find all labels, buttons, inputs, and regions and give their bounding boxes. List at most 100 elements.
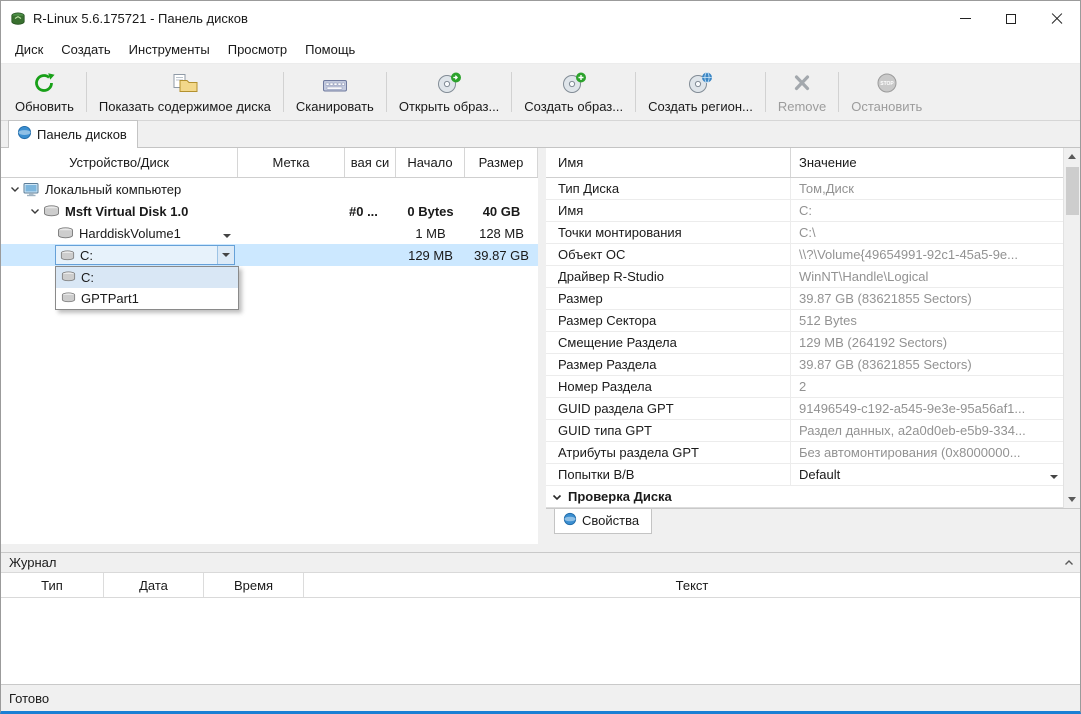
disk-icon xyxy=(61,291,76,306)
disk-icon xyxy=(57,227,74,239)
log-collapse-icon[interactable] xyxy=(1064,559,1074,566)
combo-arrow-icon[interactable] xyxy=(1050,467,1058,482)
tree-row-msft-virtual-disk[interactable]: Msft Virtual Disk 1.0 #0 ... 0 Bytes 40 … xyxy=(1,200,538,222)
disk-icon xyxy=(43,205,60,217)
combo-value: C: xyxy=(80,247,93,263)
horizontal-splitter[interactable] xyxy=(1,544,1080,552)
dropdown-item-c[interactable]: C: xyxy=(56,267,238,288)
app-window: R-Linux 5.6.175721 - Панель дисков Диск … xyxy=(0,0,1081,714)
property-row: Номер Раздела 2 xyxy=(546,376,1063,398)
minimize-button[interactable] xyxy=(942,1,988,36)
menu-create[interactable]: Создать xyxy=(52,38,119,61)
properties-tab-icon xyxy=(563,512,577,529)
log-column-type[interactable]: Тип xyxy=(1,573,104,597)
tree-cell-fs: #0 ... xyxy=(349,203,378,219)
dropdown-item-gptpart1[interactable]: GPTPart1 xyxy=(56,288,238,309)
menu-tools[interactable]: Инструменты xyxy=(120,38,219,61)
stop-button: STOP Остановить xyxy=(841,66,932,118)
property-row: Атрибуты раздела GPT Без автомонтирования… xyxy=(546,442,1063,464)
combo-arrow-icon[interactable] xyxy=(217,246,234,264)
remove-icon xyxy=(790,71,814,95)
tab-properties[interactable]: Свойства xyxy=(554,509,653,534)
scan-icon xyxy=(322,71,348,95)
tree-row-c-drive[interactable]: C: 129 MB 39.87 GB xyxy=(1,244,538,266)
log-title: Журнал xyxy=(9,555,57,570)
create-region-button[interactable]: Создать регион... xyxy=(638,66,763,118)
menu-disk[interactable]: Диск xyxy=(6,38,52,61)
chevron-expanded-icon[interactable] xyxy=(7,186,23,193)
scrollbar-down-icon[interactable] xyxy=(1064,491,1081,508)
menu-view[interactable]: Просмотр xyxy=(219,38,296,61)
column-label[interactable]: Метка xyxy=(238,148,345,177)
scrollbar-thumb[interactable] xyxy=(1065,167,1079,215)
open-image-button[interactable]: Открыть образ... xyxy=(389,66,509,118)
column-name[interactable]: Имя xyxy=(546,148,791,177)
remove-button: Remove xyxy=(768,66,836,118)
combo-arrow-icon[interactable] xyxy=(223,226,231,241)
property-row: Смещение Раздела 129 MB (264192 Sectors) xyxy=(546,332,1063,354)
property-row: GUID раздела GPT 91496549-c192-a545-9e3e-… xyxy=(546,398,1063,420)
create-image-label: Создать образ... xyxy=(524,99,624,114)
open-image-icon xyxy=(436,71,462,95)
show-disk-content-icon xyxy=(172,71,198,95)
chevron-down-icon xyxy=(552,489,562,504)
property-row: Имя C: xyxy=(546,200,1063,222)
tree-item-label: Msft Virtual Disk 1.0 xyxy=(65,203,189,219)
dropdown-item-label: C: xyxy=(81,270,94,285)
dropdown-item-label: GPTPart1 xyxy=(81,291,139,306)
stop-icon: STOP xyxy=(875,71,899,95)
open-image-label: Открыть образ... xyxy=(398,99,500,114)
refresh-button[interactable]: Обновить xyxy=(5,66,84,118)
computer-icon xyxy=(23,182,40,197)
properties-scrollbar[interactable] xyxy=(1063,148,1080,508)
chevron-expanded-icon[interactable] xyxy=(27,208,43,215)
log-column-time[interactable]: Время xyxy=(204,573,304,597)
toolbar-separator xyxy=(385,72,387,112)
create-image-button[interactable]: Создать образ... xyxy=(514,66,633,118)
tree-item-label: HarddiskVolume1 xyxy=(79,225,181,241)
minimize-icon xyxy=(959,18,971,19)
disk-icon xyxy=(61,270,76,285)
log-column-text[interactable]: Текст xyxy=(304,573,1080,597)
tree-row-local-computer[interactable]: Локальный компьютер xyxy=(1,178,538,200)
refresh-icon xyxy=(32,71,56,95)
properties-panel: Имя Значение Тип Диска Том,Диск Имя C: Точ… xyxy=(546,148,1080,544)
toolbar-separator xyxy=(85,72,87,112)
property-section-disk-check[interactable]: Проверка Диска xyxy=(546,486,1063,508)
tree-header: Устройство/Диск Метка вая си Начало Разм… xyxy=(1,148,538,178)
tab-disk-panel[interactable]: Панель дисков xyxy=(8,120,138,148)
tab-label: Панель дисков xyxy=(37,126,127,142)
tree-cell-size: 39.87 GB xyxy=(474,247,529,263)
app-icon xyxy=(10,11,26,27)
maximize-button[interactable] xyxy=(988,1,1034,36)
disk-icon xyxy=(60,250,75,261)
log-column-date[interactable]: Дата xyxy=(104,573,204,597)
close-button[interactable] xyxy=(1034,1,1080,36)
create-region-label: Создать регион... xyxy=(648,99,753,114)
property-row: Тип Диска Том,Диск xyxy=(546,178,1063,200)
tree-cell-start: 1 MB xyxy=(415,225,446,241)
scan-label: Сканировать xyxy=(295,99,374,114)
column-start[interactable]: Начало xyxy=(396,148,465,177)
scan-button[interactable]: Сканировать xyxy=(286,66,384,118)
window-title: R-Linux 5.6.175721 - Панель дисков xyxy=(33,11,248,26)
toolbar-separator xyxy=(838,72,840,112)
show-disk-content-button[interactable]: Показать содержимое диска xyxy=(89,66,281,118)
property-row: Размер 39.87 GB (83621855 Sectors) xyxy=(546,288,1063,310)
property-row: Драйвер R-Studio WinNT\Handle\Logical xyxy=(546,266,1063,288)
column-device-disk[interactable]: Устройство/Диск xyxy=(1,148,238,177)
partition-combobox[interactable]: C: xyxy=(55,245,235,265)
log-header: Тип Дата Время Текст xyxy=(1,573,1080,598)
log-body xyxy=(1,598,1080,684)
stop-label: Остановить xyxy=(851,99,923,114)
vertical-splitter[interactable] xyxy=(538,148,546,544)
properties-header: Имя Значение xyxy=(546,148,1063,178)
tree-row-harddiskvolume1[interactable]: HarddiskVolume1 1 MB 128 MB xyxy=(1,222,538,244)
column-size[interactable]: Размер xyxy=(465,148,538,177)
column-filesystem[interactable]: вая си xyxy=(345,148,396,177)
svg-text:STOP: STOP xyxy=(880,81,894,87)
menu-help[interactable]: Помощь xyxy=(296,38,364,61)
disk-tree-panel: Устройство/Диск Метка вая си Начало Разм… xyxy=(1,148,538,544)
scrollbar-up-icon[interactable] xyxy=(1064,148,1081,165)
column-value[interactable]: Значение xyxy=(791,148,1063,177)
